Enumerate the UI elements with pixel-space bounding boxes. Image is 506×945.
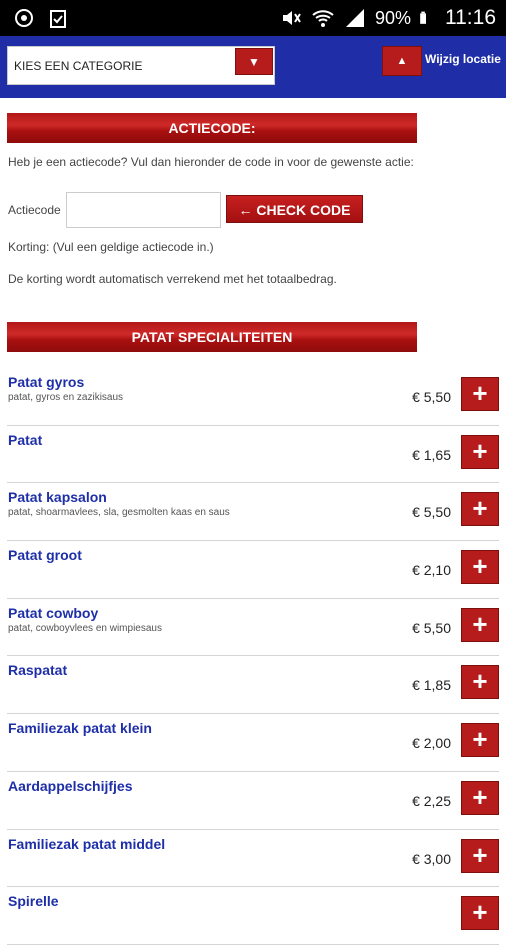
add-to-cart-button[interactable]: +	[461, 607, 499, 642]
menu-item-name[interactable]: Spirelle	[8, 893, 59, 909]
menu-item: Spirelle +	[7, 887, 499, 945]
plus-icon: +	[472, 493, 488, 524]
sync-icon	[15, 9, 33, 27]
menu-item: Raspatat € 1,85 +	[7, 656, 499, 715]
menu-item-name[interactable]: Raspatat	[8, 662, 67, 678]
plus-icon: +	[472, 608, 488, 639]
plus-icon: +	[472, 781, 488, 812]
status-bar: 90% 11:16	[0, 0, 506, 36]
menu-item-price: € 3,00	[412, 850, 451, 867]
promo-title: ACTIECODE:	[7, 113, 417, 143]
plus-icon: +	[472, 724, 488, 755]
menu-item-price: € 2,25	[412, 792, 451, 809]
menu-item-price: € 2,10	[412, 562, 451, 579]
menu-item-name[interactable]: Patat groot	[8, 547, 82, 563]
menu-item-name[interactable]: Patat kapsalon	[8, 489, 107, 505]
mute-icon	[282, 11, 301, 25]
category-select[interactable]: KIES EEN CATEGORIE ▼	[7, 46, 275, 85]
menu-item-price: € 5,50	[412, 389, 451, 405]
menu-item-price: € 5,50	[412, 619, 451, 636]
clock: 11:16	[445, 6, 496, 29]
menu-item-desc: patat, shoarmavlees, sla, gesmolten kaas…	[8, 507, 230, 519]
menu-item-name[interactable]: Aardappelschijfjes	[8, 778, 133, 794]
menu-item-price: € 2,00	[412, 735, 451, 752]
add-to-cart-button[interactable]: +	[461, 896, 499, 931]
add-to-cart-button[interactable]: +	[461, 434, 499, 469]
menu-item-name[interactable]: Familiezak patat klein	[8, 720, 152, 736]
menu-item: Patat kapsalon patat, shoarmavlees, sla,…	[7, 483, 499, 542]
promo-code-input[interactable]	[66, 192, 221, 228]
menu-item-name[interactable]: Patat gyros	[8, 374, 84, 390]
discount-text: Korting: (Vul een geldige actiecode in.)	[8, 240, 214, 254]
add-to-cart-button[interactable]: +	[461, 377, 499, 411]
plus-icon: +	[472, 435, 488, 466]
add-to-cart-button[interactable]: +	[461, 780, 499, 815]
menu-item-desc: patat, gyros en zazikisaus	[8, 392, 124, 403]
wifi-icon	[312, 10, 334, 27]
add-to-cart-button[interactable]: +	[461, 492, 499, 527]
add-to-cart-button[interactable]: +	[461, 838, 499, 873]
menu-item-name[interactable]: Familiezak patat middel	[8, 836, 165, 852]
signal-icon	[345, 9, 364, 27]
promo-intro: Heb je een actiecode? Vul dan hieronder …	[8, 155, 414, 169]
change-location-label[interactable]: Wijzig locatie	[425, 52, 501, 66]
category-select-value: KIES EEN CATEGORIE	[14, 59, 143, 73]
menu-item: Patat cowboy patat, cowboyvlees en wimpi…	[7, 599, 499, 657]
add-to-cart-button[interactable]: +	[461, 550, 499, 585]
menu-item-price: € 1,85	[412, 677, 451, 694]
menu-item: Familiezak patat klein € 2,00 +	[7, 714, 499, 772]
menu-item-price: € 5,50	[412, 504, 451, 521]
plus-icon: +	[472, 666, 488, 697]
menu-item: Patat groot € 2,10 +	[7, 541, 499, 599]
add-to-cart-button[interactable]: +	[461, 723, 499, 758]
menu-item: Patat gyros patat, gyros en zazikisaus €…	[7, 368, 499, 426]
plus-icon: +	[472, 378, 488, 408]
menu-item-name[interactable]: Patat	[8, 432, 42, 448]
plus-icon: +	[472, 897, 488, 928]
section-title: PATAT SPECIALITEITEN	[7, 322, 417, 352]
change-location-button[interactable]: ▲	[382, 46, 422, 76]
menu-item-desc: patat, cowboyvlees en wimpiesaus	[8, 622, 162, 634]
plus-icon: +	[472, 551, 488, 582]
menu-item-name[interactable]: Patat cowboy	[8, 605, 98, 621]
battery-percent: 90%	[374, 7, 411, 28]
menu-item: Patat € 1,65 +	[7, 426, 499, 484]
plus-icon: +	[472, 839, 488, 870]
dropdown-arrow-icon[interactable]: ▼	[235, 48, 273, 75]
menu-item: Aardappelschijfjes € 2,25 +	[7, 772, 499, 830]
menu-item-price: € 1,65	[412, 446, 451, 463]
menu-list: Patat gyros patat, gyros en zazikisaus €…	[0, 368, 506, 945]
add-to-cart-button[interactable]: +	[461, 665, 499, 700]
up-arrow-icon: ▲	[396, 55, 408, 67]
discount-note: De korting wordt automatisch verrekend m…	[8, 272, 337, 286]
clipboard-icon	[50, 10, 66, 28]
app-header: KIES EEN CATEGORIE ▼ ▲ Wijzig locatie	[0, 36, 506, 98]
battery-icon	[420, 11, 426, 24]
check-code-button[interactable]: ← CHECK CODE	[226, 195, 363, 223]
code-label: Actiecode	[8, 203, 61, 217]
menu-item: Familiezak patat middel € 3,00 +	[7, 830, 499, 888]
